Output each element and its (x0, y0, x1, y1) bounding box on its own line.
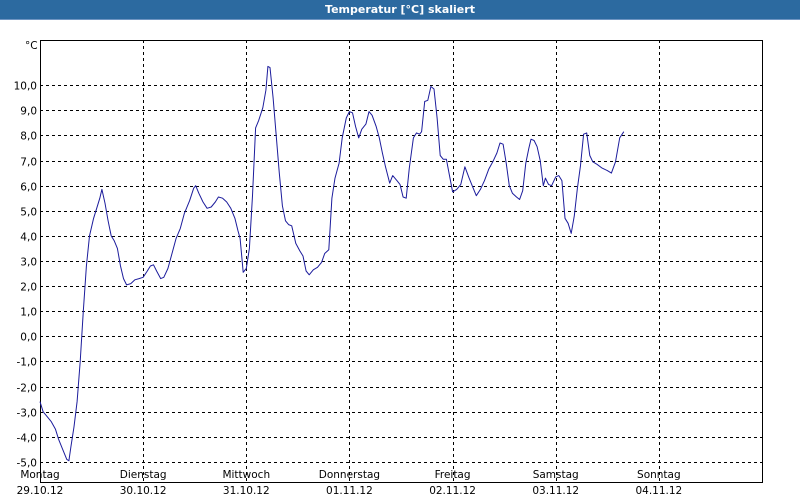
y-tick-label: -5,0 (17, 458, 38, 470)
x-tick-day-label: Donnerstag (319, 469, 380, 481)
y-tick-label: -1,0 (17, 357, 38, 369)
x-tick-day-label: Montag (20, 469, 59, 481)
y-tick-label: 3,0 (20, 257, 37, 269)
y-tick-label: 9,0 (20, 106, 37, 118)
y-tick-label: -3,0 (17, 408, 38, 420)
x-tick-date-label: 04.11.12 (635, 485, 682, 497)
x-tick-day-label: Dienstag (120, 469, 167, 481)
y-tick-label: -2,0 (17, 383, 38, 395)
x-tick-date-label: 02.11.12 (429, 485, 476, 497)
chart-area: 10,0 9,0 8,0 7,0 6,0 5,0 4,0 3,0 2,0 1,0 0,0 -1,0 -2… (0, 20, 800, 500)
x-tick-date-label: 29.10.12 (17, 485, 64, 497)
x-tick-day-label: Freitag (435, 469, 471, 481)
y-tick-label: 5,0 (20, 207, 37, 219)
y-tick-label: 4,0 (20, 232, 37, 244)
y-tick-label: 1,0 (20, 307, 37, 319)
y-axis-unit-label: °C (25, 40, 38, 52)
y-tick-label: 7,0 (20, 157, 37, 169)
y-tick-label: 6,0 (20, 182, 37, 194)
x-tick-day-label: Samstag (533, 469, 579, 481)
temperature-chart: 10,0 9,0 8,0 7,0 6,0 5,0 4,0 3,0 2,0 1,0 0,0 -1,0 -2… (14, 40, 763, 497)
y-axis-ticks: 10,0 9,0 8,0 7,0 6,0 5,0 4,0 3,0 2,0 1,0 0,0 -1,0 -2… (14, 81, 37, 470)
x-tick-date-label: 01.11.12 (326, 485, 373, 497)
x-tick-date-label: 03.11.12 (532, 485, 579, 497)
chart-window: Temperatur [°C] skaliert 10,0 9,0 8,0 7,0 6,… (0, 0, 800, 500)
window-title: Temperatur [°C] skaliert (0, 0, 800, 20)
y-tick-label: 8,0 (20, 131, 37, 143)
x-tick-day-label: Mittwoch (222, 469, 270, 481)
x-tick-date-label: 30.10.12 (120, 485, 167, 497)
y-tick-label: 10,0 (14, 81, 37, 93)
y-tick-label: 2,0 (20, 282, 37, 294)
x-tick-date-label: 31.10.12 (223, 485, 270, 497)
y-tick-label: 0,0 (20, 332, 37, 344)
x-tick-day-label: Sonntag (637, 469, 681, 481)
y-tick-label: -4,0 (17, 433, 38, 445)
